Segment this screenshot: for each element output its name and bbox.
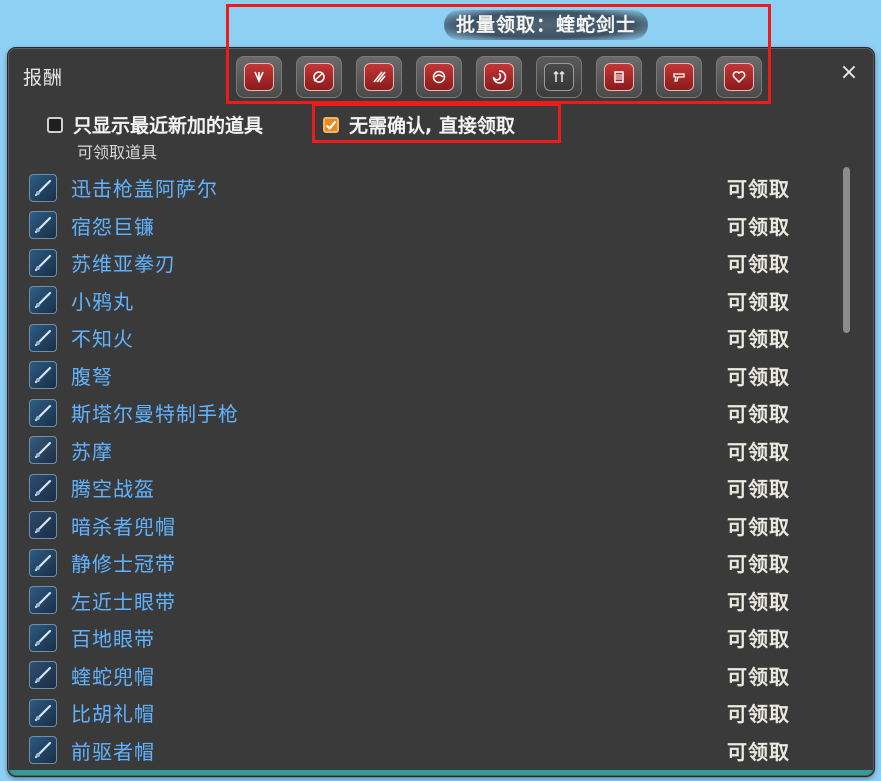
job-button-4[interactable] bbox=[416, 56, 462, 98]
show-recent-label: 只显示最近新加的道具 bbox=[73, 115, 264, 137]
close-icon[interactable]: × bbox=[839, 62, 859, 84]
viper-hood-icon bbox=[29, 661, 57, 690]
job-button-1[interactable] bbox=[236, 56, 282, 98]
no-confirm-box[interactable] bbox=[323, 116, 339, 133]
batch-claim-title: 批量领取：蝰蛇剑士 bbox=[444, 10, 649, 40]
viper-job-icon bbox=[544, 63, 574, 91]
item-row[interactable]: 暗杀者兜帽 可领取 bbox=[27, 507, 827, 545]
eyeband-icon bbox=[29, 586, 57, 615]
item-name[interactable]: 暗杀者兜帽 bbox=[71, 511, 176, 540]
item-row[interactable]: 前驱者帽 可领取 bbox=[27, 732, 827, 770]
item-status: 可领取 bbox=[727, 177, 790, 202]
item-status: 可领取 bbox=[727, 402, 790, 427]
item-name[interactable]: 腹弩 bbox=[71, 361, 113, 390]
item-name[interactable]: 小鸦丸 bbox=[71, 286, 134, 315]
item-status: 可领取 bbox=[727, 214, 790, 239]
item-name[interactable]: 腾空战盔 bbox=[71, 473, 155, 502]
item-status: 可领取 bbox=[727, 702, 790, 727]
show-recent-box[interactable] bbox=[47, 116, 63, 133]
pistol-blade-icon bbox=[29, 398, 57, 427]
paladin-job-icon bbox=[244, 63, 274, 91]
item-name[interactable]: 百地眼带 bbox=[71, 623, 155, 652]
lance-icon bbox=[29, 173, 57, 202]
item-row[interactable]: 左近士眼带 可领取 bbox=[27, 582, 827, 620]
job-button-2[interactable] bbox=[296, 56, 342, 98]
item-name[interactable]: 苏维亚拳刃 bbox=[71, 248, 176, 277]
item-name[interactable]: 蝰蛇兜帽 bbox=[71, 661, 155, 690]
item-row[interactable]: 苏摩 可领取 bbox=[27, 432, 827, 470]
job-button-8[interactable] bbox=[656, 56, 702, 98]
item-row[interactable]: 小鸦丸 可领取 bbox=[27, 282, 827, 320]
item-name[interactable]: 苏摩 bbox=[71, 436, 113, 465]
heart-job-icon bbox=[724, 63, 754, 91]
shield-job-icon bbox=[604, 63, 634, 91]
item-status: 可领取 bbox=[727, 439, 790, 464]
job-button-3[interactable] bbox=[356, 56, 402, 98]
item-status: 可领取 bbox=[727, 739, 790, 764]
item-row[interactable]: 腹弩 可领取 bbox=[27, 357, 827, 395]
item-name[interactable]: 比胡礼帽 bbox=[71, 698, 155, 727]
item-status: 可领取 bbox=[727, 627, 790, 652]
item-row[interactable]: 宿怨巨镰 可领取 bbox=[27, 207, 827, 245]
job-button-9[interactable] bbox=[716, 56, 762, 98]
item-row[interactable]: 百地眼带 可领取 bbox=[27, 619, 827, 657]
job-button-5[interactable] bbox=[476, 56, 522, 98]
item-list: 迅击枪盖阿萨尔 可领取 宿怨巨镰 可领取 苏维亚拳刃 可领取 小鸦丸 可领取 不知火 可领取 腹弩可… bbox=[27, 169, 827, 774]
item-status: 可领取 bbox=[727, 664, 790, 689]
item-row[interactable]: 比胡礼帽 可领取 bbox=[27, 694, 827, 732]
item-status: 可领取 bbox=[727, 364, 790, 389]
hood-icon bbox=[29, 511, 57, 540]
no-confirm-checkbox[interactable]: 无需确认, 直接领取 bbox=[323, 111, 515, 138]
swirl-job-icon bbox=[424, 63, 454, 91]
item-row[interactable]: 苏维亚拳刃 可领取 bbox=[27, 244, 827, 282]
item-status: 可领取 bbox=[727, 514, 790, 539]
helmet-icon bbox=[29, 473, 57, 502]
blindfold-icon bbox=[29, 623, 57, 652]
item-name[interactable]: 不知火 bbox=[71, 323, 134, 352]
cap-icon bbox=[29, 736, 57, 765]
item-status: 可领取 bbox=[727, 477, 790, 502]
rewards-window: 报酬 × 只显示最近新加的道具 无需确认, 直接领取 可领取道具 迅击枪盖阿萨尔… bbox=[8, 48, 874, 776]
job-selector bbox=[236, 56, 762, 98]
item-row[interactable]: 迅击枪盖阿萨尔 可领取 bbox=[27, 169, 827, 207]
chakram-icon bbox=[29, 436, 57, 465]
window-title: 报酬 bbox=[23, 67, 64, 89]
claw-job-icon bbox=[364, 63, 394, 91]
scythe-icon bbox=[29, 211, 57, 240]
item-status: 可领取 bbox=[727, 589, 790, 614]
item-name[interactable]: 左近士眼带 bbox=[71, 586, 176, 615]
vortex-job-icon bbox=[484, 63, 514, 91]
item-status: 可领取 bbox=[727, 289, 790, 314]
item-name[interactable]: 静修士冠带 bbox=[71, 548, 176, 577]
item-name[interactable]: 宿怨巨镰 bbox=[71, 211, 155, 240]
item-name[interactable]: 斯塔尔曼特制手枪 bbox=[71, 398, 239, 427]
item-status: 可领取 bbox=[727, 327, 790, 352]
dagger-icon bbox=[29, 323, 57, 352]
gun-job-icon bbox=[664, 63, 694, 91]
fist-blade-icon bbox=[29, 248, 57, 277]
job-button-7[interactable] bbox=[596, 56, 642, 98]
show-recent-checkbox[interactable]: 只显示最近新加的道具 bbox=[47, 111, 263, 138]
headband-icon bbox=[29, 548, 57, 577]
check-icon bbox=[325, 120, 337, 130]
item-row[interactable]: 腾空战盔 可领取 bbox=[27, 469, 827, 507]
scrollbar-thumb[interactable] bbox=[843, 167, 850, 333]
item-status: 可领取 bbox=[727, 252, 790, 277]
item-row[interactable]: 斯塔尔曼特制手枪 可领取 bbox=[27, 394, 827, 432]
scholar-job-icon bbox=[304, 63, 334, 91]
claimable-items-label: 可领取道具 bbox=[77, 143, 158, 162]
item-name[interactable]: 迅击枪盖阿萨尔 bbox=[71, 173, 218, 202]
katana-icon bbox=[29, 286, 57, 315]
crossbow-icon bbox=[29, 361, 57, 390]
item-row[interactable]: 蝰蛇兜帽 可领取 bbox=[27, 657, 827, 695]
job-button-6[interactable] bbox=[536, 56, 582, 98]
item-row[interactable]: 不知火 可领取 bbox=[27, 319, 827, 357]
hat-icon bbox=[29, 698, 57, 727]
item-status: 可领取 bbox=[727, 552, 790, 577]
no-confirm-label: 无需确认, 直接领取 bbox=[349, 115, 515, 137]
item-name[interactable]: 前驱者帽 bbox=[71, 736, 155, 765]
item-row[interactable]: 静修士冠带 可领取 bbox=[27, 544, 827, 582]
